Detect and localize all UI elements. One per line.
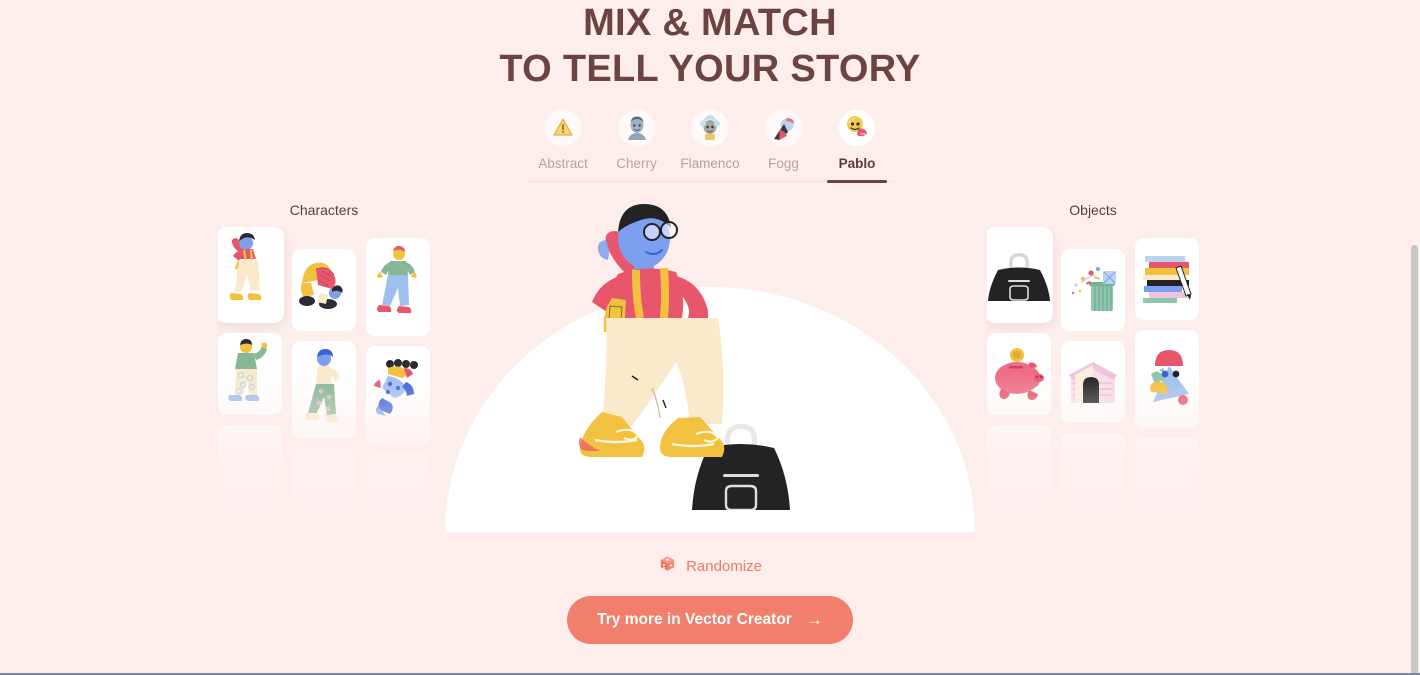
tab-label-cherry: Cherry: [616, 156, 657, 171]
preview-canvas[interactable]: [440, 202, 980, 540]
object-tile-placeholder-3[interactable]: [1061, 433, 1125, 515]
tab-label-pablo: Pablo: [838, 156, 876, 171]
character-tile-lying-blue-outfit[interactable]: [366, 346, 430, 444]
character-tile-walking-blue-jeans[interactable]: [366, 238, 430, 336]
object-tile-abstract-shapes[interactable]: [1135, 330, 1199, 428]
character-tile-green-top-dots-pants[interactable]: [218, 333, 282, 415]
character-tile-placeholder-1[interactable]: [218, 425, 282, 507]
object-tile-placeholder-1[interactable]: [987, 425, 1051, 507]
character-tile-placeholder-2[interactable]: [218, 517, 282, 540]
try-vector-creator-button[interactable]: Try more in Vector Creator →: [567, 596, 853, 644]
flamenco-head-avatar-icon: [692, 110, 728, 146]
object-tile-placeholder-4[interactable]: [1061, 525, 1125, 540]
objects-column-2: [1061, 227, 1125, 540]
character-tile-pablo-waving[interactable]: [218, 227, 284, 323]
object-tile-piggy-bank[interactable]: [987, 333, 1051, 415]
pablo-face-avatar-icon: [839, 110, 875, 146]
characters-column-2: [292, 227, 356, 540]
warning-triangle-avatar-icon: [545, 110, 581, 146]
cherry-bust-avatar-icon: [618, 110, 655, 146]
characters-panel-title: Characters: [289, 202, 359, 218]
stage-area: Characters Objects: [0, 202, 1420, 540]
object-tile-dog-house[interactable]: [1061, 341, 1125, 423]
tab-abstract[interactable]: Abstract: [527, 110, 599, 181]
object-tile-confetti-basket[interactable]: [1061, 249, 1125, 331]
characters-panel[interactable]: [218, 227, 430, 540]
object-tile-placeholder-6[interactable]: [1135, 530, 1199, 540]
objects-grid: [987, 227, 1199, 540]
tab-fogg[interactable]: Fogg: [748, 110, 820, 181]
tab-label-fogg: Fogg: [768, 156, 799, 171]
page-title-line-1: MIX & MATCH: [583, 2, 837, 44]
randomize-button[interactable]: Randomize: [0, 554, 1420, 578]
arrow-right-icon: →: [805, 610, 823, 629]
tab-flamenco[interactable]: Flamenco: [674, 110, 746, 181]
object-tile-placeholder-5[interactable]: [1135, 438, 1199, 520]
character-tile-placeholder-5[interactable]: [366, 454, 430, 536]
dice-icon: [658, 554, 677, 578]
objects-panel-title: Objects: [1069, 202, 1117, 218]
randomize-label: Randomize: [686, 557, 762, 575]
tab-label-abstract: Abstract: [538, 156, 588, 171]
cta-container: Try more in Vector Creator →: [0, 596, 1420, 644]
page-title: MIX & MATCH TO TELL YOUR STORY: [0, 0, 1420, 88]
characters-column-3: [366, 227, 430, 540]
object-tile-black-handbag[interactable]: [987, 227, 1053, 323]
object-tile-placeholder-2[interactable]: [987, 517, 1051, 540]
tab-cherry[interactable]: Cherry: [601, 110, 673, 181]
style-tabs: Abstract Cherry Flamenco Fogg Pablo: [527, 110, 893, 183]
characters-grid: [218, 227, 430, 540]
objects-column-3: [1135, 227, 1199, 540]
object-tile-stack-of-books[interactable]: [1135, 238, 1199, 320]
objects-panel[interactable]: [987, 227, 1199, 540]
page-title-line-2: TO TELL YOUR STORY: [499, 48, 921, 90]
character-tile-placeholder-3[interactable]: [292, 449, 356, 531]
style-tabs-container: Abstract Cherry Flamenco Fogg Pablo: [0, 110, 1420, 183]
character-tile-bending-yellow-coat[interactable]: [292, 249, 356, 331]
fogg-figure-avatar-icon: [765, 110, 802, 146]
character-tile-stretching-green-pants[interactable]: [292, 341, 356, 439]
tab-pablo[interactable]: Pablo: [821, 110, 893, 183]
page-scrollbar-track[interactable]: [1409, 0, 1420, 675]
characters-column-1: [218, 227, 284, 540]
tab-label-flamenco: Flamenco: [680, 156, 740, 171]
page-scrollbar-thumb[interactable]: [1411, 245, 1418, 675]
cta-label: Try more in Vector Creator: [597, 611, 792, 628]
objects-column-1: [987, 227, 1053, 540]
